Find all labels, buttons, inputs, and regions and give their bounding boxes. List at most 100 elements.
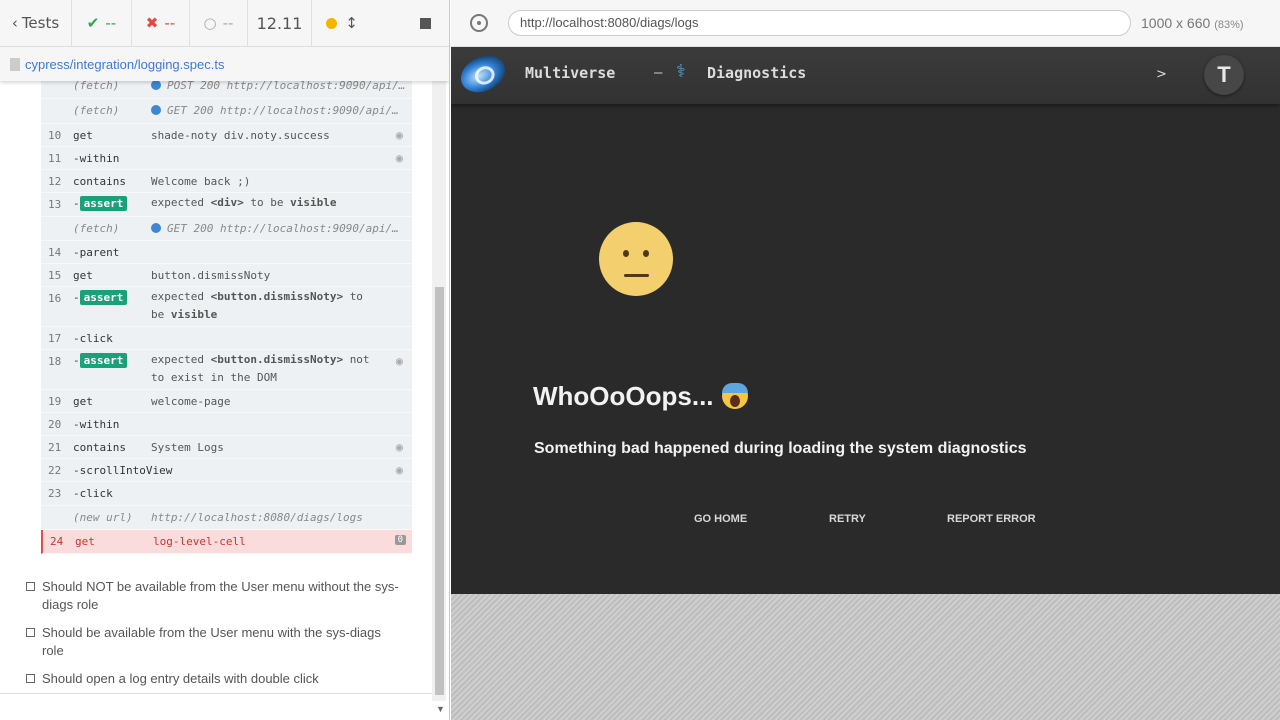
command-row[interactable]: 12 contains Welcome back ;) — [41, 170, 412, 193]
passed-count: ✔ -- — [72, 0, 132, 46]
command-number: 15 — [48, 269, 62, 282]
assert-badge: assert — [79, 290, 128, 305]
command-message: expected <button.dismissNoty> not to exi… — [151, 353, 370, 384]
running-indicator[interactable]: ↕ — [312, 0, 372, 46]
command-name: -scrollIntoView — [73, 464, 173, 477]
command-name: (fetch) — [73, 222, 120, 235]
command-log: (fetch) POST 200 http://localhost:9090/ap… — [41, 74, 412, 554]
pending-checkbox-icon — [26, 628, 35, 637]
command-row[interactable]: 15 get button.dismissNoty — [41, 264, 412, 287]
command-name: -within — [73, 152, 120, 165]
command-row[interactable]: 22 -scrollIntoView ◉ — [41, 459, 412, 482]
circle-icon: ○ — [203, 14, 217, 32]
command-number: 14 — [48, 246, 62, 259]
pending-tests: Should NOT be available from the User me… — [26, 578, 406, 698]
command-row[interactable]: 16 - assert expected <button.dismissNoty> t… — [41, 287, 412, 327]
stop-button[interactable] — [400, 0, 449, 46]
command-name: contains — [73, 441, 126, 454]
browser-toolbar: http://localhost:8080/diags/logs 1000 x … — [451, 0, 1280, 47]
command-message: expected <button.dismissNoty> to be visi… — [151, 290, 363, 321]
command-row[interactable]: 18 - assert expected <button.dismissNoty> n… — [41, 350, 412, 390]
test-item[interactable]: Should NOT be available from the User me… — [26, 578, 406, 614]
command-message: log-level-cell — [153, 535, 246, 548]
stop-icon — [419, 17, 431, 29]
command-row[interactable]: (fetch) GET 200 http://localhost:9090/api… — [41, 217, 412, 241]
command-row[interactable]: 13 - assert expected <div> to be visible — [41, 193, 412, 217]
command-number: 19 — [48, 395, 62, 408]
command-name: contains — [73, 175, 126, 188]
assert-badge: assert — [79, 196, 128, 211]
network-dot-icon — [151, 80, 161, 90]
pending-count: ○ -- — [190, 0, 248, 46]
command-number: 22 — [48, 464, 62, 477]
file-icon — [10, 57, 20, 71]
pending-checkbox-icon — [26, 674, 35, 683]
go-home-button[interactable]: GO HOME — [694, 513, 747, 525]
command-name: get — [75, 535, 95, 548]
command-row[interactable]: (fetch) GET 200 http://localhost:9090/api… — [41, 99, 412, 124]
command-name: -click — [73, 487, 113, 500]
pending-checkbox-icon — [26, 582, 35, 591]
tests-button[interactable]: ‹ Tests — [0, 0, 72, 46]
title-separator: – — [654, 64, 663, 81]
command-row[interactable]: 11 -within ◉ — [41, 147, 412, 170]
command-number: 23 — [48, 487, 62, 500]
scrollbar-thumb[interactable] — [435, 287, 444, 695]
report-error-button[interactable]: REPORT ERROR — [947, 513, 1036, 525]
autoscroll-icon[interactable]: ↕ — [345, 14, 358, 32]
avatar[interactable]: T — [1204, 55, 1244, 95]
command-row[interactable]: 21 contains System Logs ◉ — [41, 436, 412, 459]
command-message: System Logs — [151, 441, 224, 454]
command-row[interactable]: 10 get shade-noty div.noty.success ◉ — [41, 124, 412, 147]
screaming-face-icon — [721, 383, 748, 409]
command-number: 16 — [48, 292, 62, 305]
command-row[interactable]: 23 -click — [41, 482, 412, 506]
failed-count: ✖ -- — [132, 0, 190, 46]
command-number: 17 — [48, 332, 62, 345]
retry-button[interactable]: RETRY — [829, 513, 866, 525]
viewport-backdrop — [451, 594, 1280, 720]
command-name: (new url) — [73, 511, 133, 524]
brand-title: Multiverse — [525, 64, 616, 82]
neutral-face-icon — [599, 222, 673, 296]
test-item[interactable]: Should open a log entry details with dou… — [26, 670, 406, 688]
spec-path-link[interactable]: cypress/integration/logging.spec.ts — [25, 57, 224, 72]
running-dot-icon — [326, 17, 338, 29]
command-row[interactable]: 14 -parent — [41, 241, 412, 264]
error-message: Something bad happened during loading th… — [534, 440, 1027, 457]
element-count-badge: 0 — [394, 535, 406, 545]
stethoscope-icon: ⚕ — [676, 61, 686, 81]
command-row[interactable]: (new url) http://localhost:8080/diags/log… — [41, 506, 412, 530]
command-row[interactable]: 19 get welcome-page — [41, 390, 412, 413]
cross-icon: ✖ — [145, 14, 159, 32]
reporter-scrollbar[interactable] — [432, 81, 446, 701]
test-item[interactable]: Should be available from the User menu w… — [26, 624, 406, 660]
command-message: GET 200 http://localhost:9090/api/… — [151, 222, 399, 235]
hidden-eye-icon: ◉ — [395, 354, 403, 368]
command-name: - assert — [73, 196, 128, 211]
chevron-right-icon[interactable]: > — [1156, 67, 1167, 82]
multiverse-logo-icon[interactable] — [454, 48, 512, 100]
url-display[interactable]: http://localhost:8080/diags/logs — [508, 10, 1131, 36]
reporter-header: ‹ Tests ✔ -- ✖ -- ○ -- 12.11 ↕ — [0, 0, 449, 47]
reporter-footer — [0, 693, 432, 720]
command-name: - assert — [73, 353, 128, 368]
command-number: 24 — [50, 535, 64, 548]
tests-label: Tests — [21, 14, 60, 32]
app-under-test: Multiverse – ⚕ Diagnostics > T WhoOoOops… — [451, 47, 1280, 594]
command-row[interactable]: 17 -click — [41, 327, 412, 350]
selector-playground-icon[interactable] — [470, 14, 488, 32]
command-number: 10 — [48, 129, 62, 142]
command-row[interactable]: 24 get log-level-cell 0 — [41, 530, 412, 554]
command-message: Welcome back ;) — [151, 175, 251, 188]
spec-path-bar: cypress/integration/logging.spec.ts — [0, 47, 449, 81]
scroll-down-icon[interactable]: ▼ — [436, 704, 445, 714]
command-name: - assert — [73, 290, 128, 305]
command-name: get — [73, 269, 93, 282]
command-row[interactable]: 20 -within — [41, 413, 412, 436]
command-message: http://localhost:8080/diags/logs — [151, 511, 363, 524]
network-dot-icon — [151, 105, 161, 115]
command-number: 13 — [48, 198, 62, 211]
hidden-eye-icon: ◉ — [395, 463, 403, 477]
chevron-left-icon: ‹ — [11, 14, 18, 32]
